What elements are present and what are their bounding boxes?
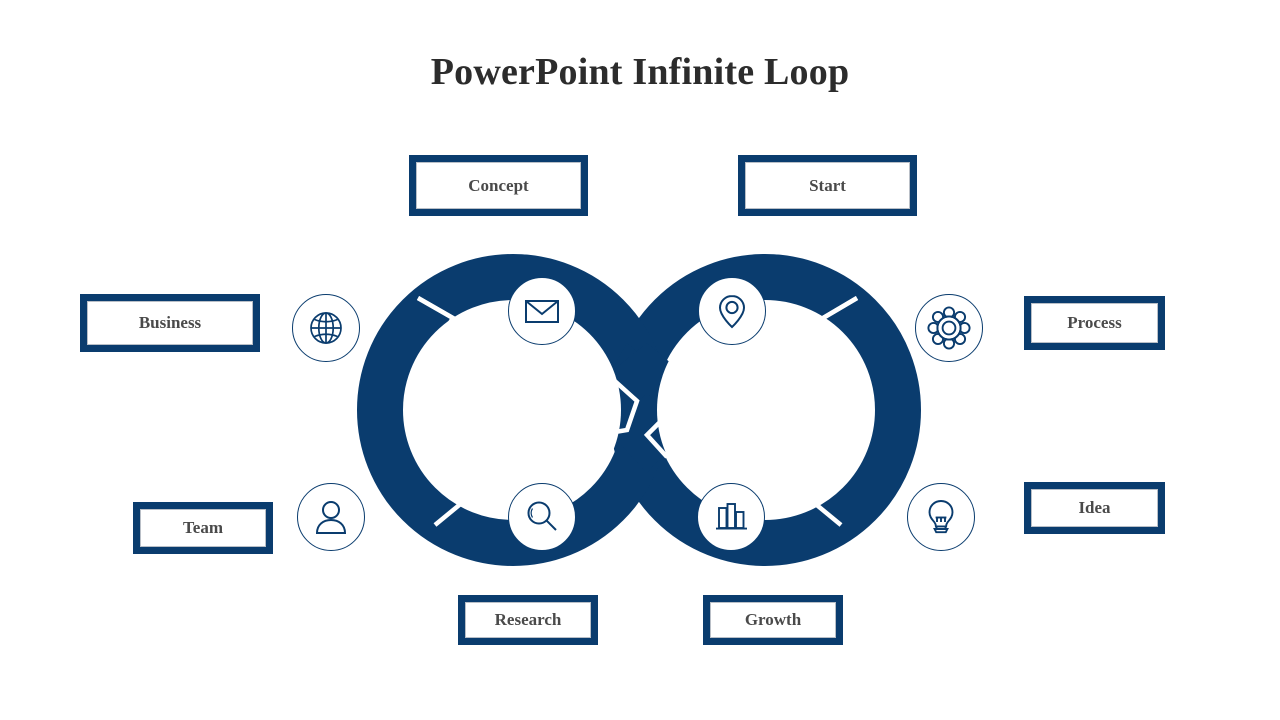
label-text-process: Process <box>1031 303 1158 343</box>
label-box-process[interactable]: Process <box>1024 296 1165 350</box>
separator-right-bottom-right <box>932 382 991 419</box>
separator-left-bottom-left <box>284 382 343 419</box>
page-title: PowerPoint Infinite Loop <box>430 51 850 93</box>
magnifier-icon[interactable] <box>508 483 576 551</box>
label-text-business: Business <box>87 301 253 345</box>
label-box-start[interactable]: Start <box>738 155 917 216</box>
infinity-loop-diagram <box>284 254 991 566</box>
label-text-growth: Growth <box>710 602 836 638</box>
right-loop-hole <box>657 302 873 518</box>
gear-icon[interactable] <box>915 294 983 362</box>
lightbulb-icon[interactable] <box>907 483 975 551</box>
label-text-start: Start <box>745 162 910 209</box>
label-text-research: Research <box>465 602 591 638</box>
globe-icon[interactable] <box>292 294 360 362</box>
label-box-concept[interactable]: Concept <box>409 155 588 216</box>
loop-bands <box>284 254 991 566</box>
label-text-concept: Concept <box>416 162 581 209</box>
label-box-research[interactable]: Research <box>458 595 598 645</box>
label-box-idea[interactable]: Idea <box>1024 482 1165 534</box>
label-box-business[interactable]: Business <box>80 294 260 352</box>
label-box-team[interactable]: Team <box>133 502 273 554</box>
bar-chart-icon[interactable] <box>697 483 765 551</box>
label-text-idea: Idea <box>1031 489 1158 527</box>
label-box-growth[interactable]: Growth <box>703 595 843 645</box>
envelope-icon[interactable] <box>508 277 576 345</box>
user-icon[interactable] <box>297 483 365 551</box>
slide-canvas: PowerPoint Infinite Loop Concept Start B… <box>0 0 1280 720</box>
label-text-team: Team <box>140 509 266 547</box>
location-pin-icon[interactable] <box>698 277 766 345</box>
left-loop-hole <box>405 302 621 518</box>
